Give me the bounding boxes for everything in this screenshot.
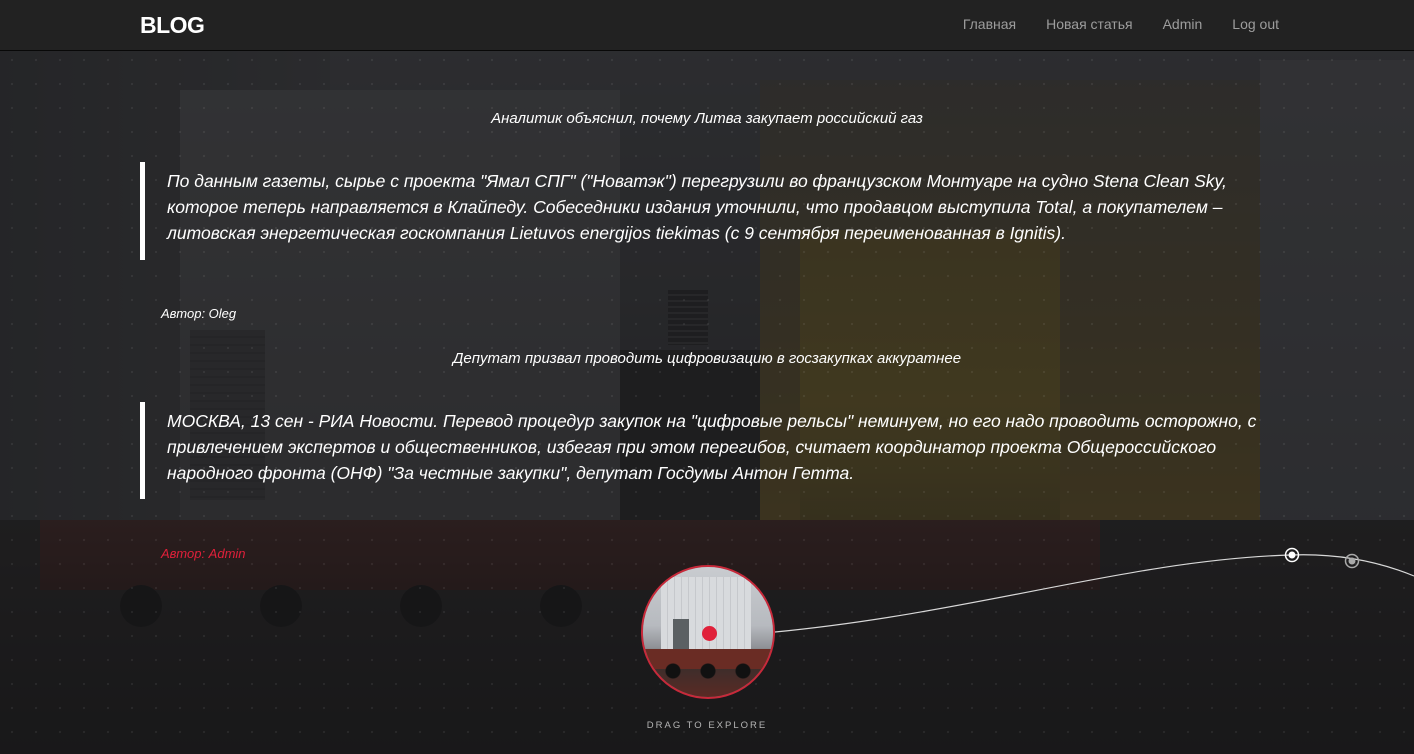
drag-handle[interactable] bbox=[702, 626, 717, 641]
explore-node-center bbox=[1288, 551, 1296, 559]
nav-link-logout[interactable]: Log out bbox=[1232, 16, 1279, 32]
nav-link-admin[interactable]: Admin bbox=[1163, 16, 1203, 32]
explore-node-center bbox=[1348, 557, 1356, 565]
nav-menu: Главная Новая статья Admin Log out bbox=[963, 16, 1279, 32]
top-navbar: BLOG Главная Новая статья Admin Log out bbox=[0, 0, 1414, 51]
brand-logo[interactable]: BLOG bbox=[140, 12, 205, 39]
nav-link-new-article[interactable]: Новая статья bbox=[1046, 16, 1132, 32]
nav-link-home[interactable]: Главная bbox=[963, 16, 1016, 32]
drag-to-explore-label: DRAG TO EXPLORE bbox=[646, 720, 768, 731]
